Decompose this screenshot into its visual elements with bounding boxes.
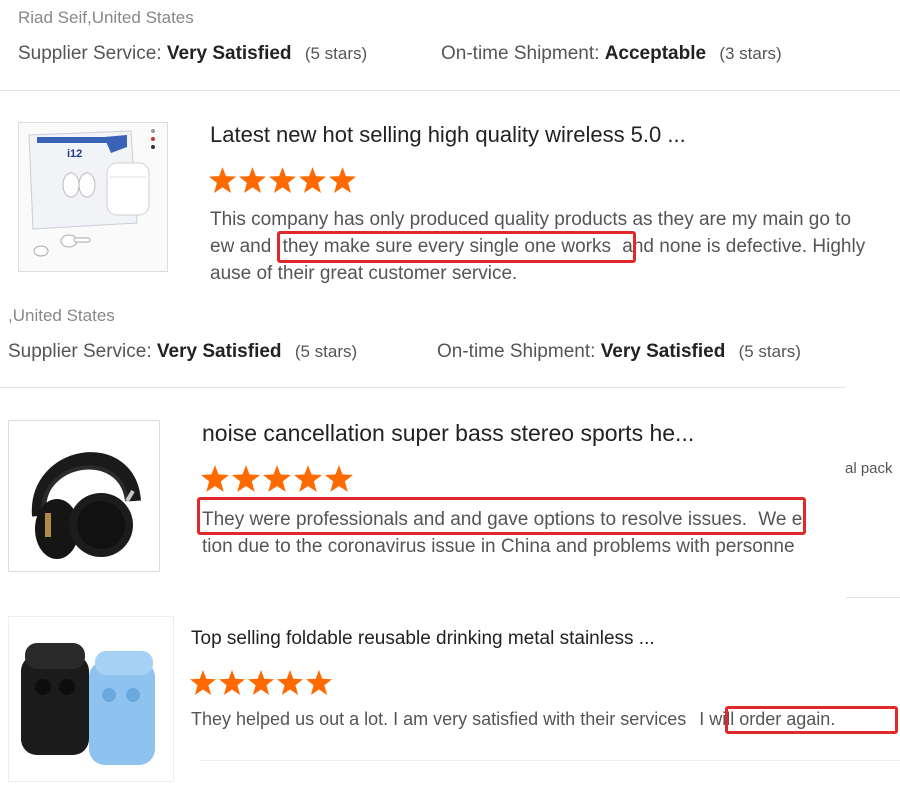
supplier-service-value: Very Satisfied bbox=[156, 341, 282, 362]
shipment-rating: On-time Shipment: Acceptable (3 stars) bbox=[441, 43, 782, 65]
review-line: tion due to the coronavirus issue in Chi… bbox=[202, 536, 795, 557]
shipment-value: Very Satisfied bbox=[600, 341, 726, 362]
product-thumbnail-earbud-cases[interactable] bbox=[8, 616, 174, 782]
divider bbox=[200, 760, 900, 761]
star-icon bbox=[248, 670, 274, 695]
supplier-service-rating: Supplier Service: Very Satisfied (5 star… bbox=[18, 43, 367, 65]
star-rating bbox=[190, 670, 332, 695]
divider bbox=[0, 90, 900, 91]
star-icon bbox=[299, 167, 326, 193]
earbud-cases-image bbox=[9, 617, 173, 781]
shipment-stars: (3 stars) bbox=[719, 44, 782, 63]
reviewer-location: ,United States bbox=[8, 306, 115, 325]
shipment-label: On-time Shipment: bbox=[441, 43, 600, 64]
star-icon bbox=[269, 167, 296, 193]
supplier-service-label: Supplier Service: bbox=[8, 341, 152, 362]
product-title[interactable]: Latest new hot selling high quality wire… bbox=[210, 122, 686, 148]
star-rating bbox=[201, 465, 353, 492]
supplier-service-value: Very Satisfied bbox=[166, 43, 292, 64]
star-icon bbox=[190, 670, 216, 695]
star-icon bbox=[306, 670, 332, 695]
star-icon bbox=[219, 670, 245, 695]
star-icon bbox=[329, 167, 356, 193]
star-rating bbox=[209, 167, 356, 193]
star-icon bbox=[277, 670, 303, 695]
earbuds-image: i12 bbox=[19, 123, 167, 271]
product-thumbnail-headphones[interactable] bbox=[8, 420, 160, 572]
review-text-part: ew and bbox=[210, 236, 272, 257]
divider bbox=[846, 597, 900, 598]
divider bbox=[0, 387, 846, 388]
highlight-box bbox=[277, 231, 636, 263]
review-text-part: They helped us out a lot. I am very sati… bbox=[191, 709, 687, 729]
star-icon bbox=[201, 465, 229, 492]
supplier-service-stars: (5 stars) bbox=[294, 342, 358, 361]
star-icon bbox=[325, 465, 353, 492]
star-icon bbox=[294, 465, 322, 492]
star-icon bbox=[239, 167, 266, 193]
highlight-box bbox=[197, 497, 806, 535]
star-icon bbox=[232, 465, 260, 492]
reviewer-location: Riad Seif,United States bbox=[18, 8, 194, 27]
star-icon bbox=[263, 465, 291, 492]
supplier-service-rating: Supplier Service: Very Satisfied (5 star… bbox=[8, 341, 357, 363]
product-title[interactable]: Top selling foldable reusable drinking m… bbox=[191, 628, 655, 650]
side-text: al pack bbox=[845, 460, 893, 477]
highlight-box bbox=[725, 706, 898, 734]
review-line: This company has only produced quality p… bbox=[210, 209, 852, 230]
svg-text:i12: i12 bbox=[67, 148, 82, 160]
headphones-image bbox=[9, 421, 159, 571]
shipment-stars: (5 stars) bbox=[738, 342, 801, 361]
shipment-label: On-time Shipment: bbox=[437, 341, 596, 362]
product-title[interactable]: noise cancellation super bass stereo spo… bbox=[202, 420, 694, 447]
shipment-value: Acceptable bbox=[604, 43, 707, 64]
star-icon bbox=[209, 167, 236, 193]
review-text-part: and none is defective. Highly bbox=[622, 236, 866, 257]
review-line: ause of their great customer service. bbox=[210, 263, 518, 284]
product-thumbnail-earbuds[interactable]: i12 bbox=[18, 122, 168, 272]
supplier-service-label: Supplier Service: bbox=[18, 43, 162, 64]
supplier-service-stars: (5 stars) bbox=[304, 44, 368, 63]
shipment-rating: On-time Shipment: Very Satisfied (5 star… bbox=[437, 341, 801, 363]
